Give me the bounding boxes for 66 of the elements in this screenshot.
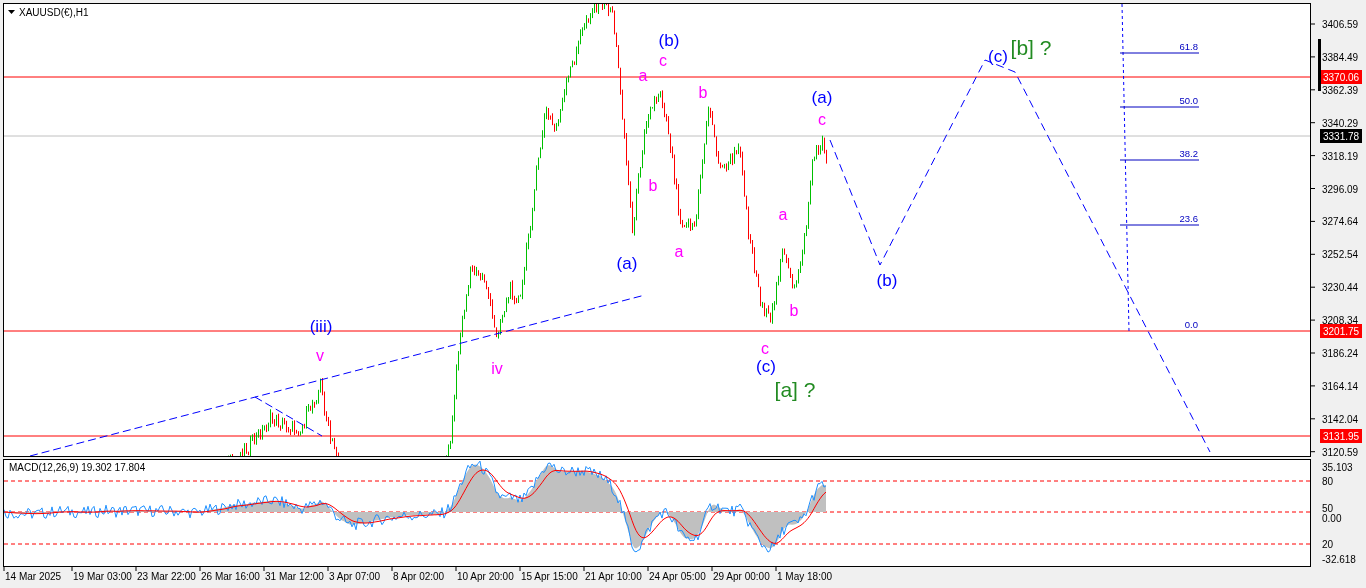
- wave-label: a: [674, 243, 684, 260]
- macd-tick: 80: [1322, 476, 1334, 487]
- time-tick: 1 May 18:00: [777, 571, 833, 582]
- wave-label: (b): [876, 271, 898, 290]
- price-tick: 3340.29: [1322, 117, 1359, 129]
- time-tick: 24 Apr 05:00: [649, 571, 706, 582]
- price-tick: 3362.39: [1322, 84, 1359, 96]
- chart-symbol: XAUUSD(€),H1: [19, 7, 89, 18]
- wave-label: a: [638, 67, 648, 84]
- price-tick: 3406.59: [1322, 19, 1359, 30]
- time-tick: 31 Mar 12:00: [265, 571, 324, 582]
- time-tick: 21 Apr 10:00: [585, 571, 642, 582]
- price-tick: 3120.59: [1322, 446, 1359, 458]
- fibonacci-label: 50.0: [1179, 95, 1198, 106]
- wave-label: b: [648, 177, 658, 194]
- wave-label: b: [698, 84, 708, 101]
- wave-label: (b): [658, 31, 680, 50]
- time-tick: 23 Mar 22:00: [137, 571, 196, 582]
- price-tick: 3208.34: [1322, 315, 1359, 327]
- macd-tick: 20: [1322, 539, 1334, 550]
- time-tick: 29 Apr 00:00: [713, 571, 770, 582]
- price-tick: 3274.64: [1322, 216, 1359, 228]
- dropdown-triangle-icon[interactable]: [8, 10, 15, 14]
- price-tick: 3230.44: [1322, 282, 1359, 294]
- wave-label: c: [659, 52, 667, 69]
- wave-label: (c): [756, 357, 776, 376]
- price-tick: 3186.24: [1322, 348, 1359, 359]
- wave-label: iv: [491, 360, 503, 377]
- price-tick: 3142.04: [1322, 413, 1359, 425]
- scale-marker: [1318, 39, 1321, 91]
- wave-label: [b] ?: [1010, 36, 1052, 59]
- time-tick: 8 Apr 02:00: [393, 571, 445, 582]
- macd-label: MACD(12,26,9) 19.302 17.804: [9, 462, 146, 473]
- time-tick: 14 Mar 2025: [5, 571, 62, 582]
- time-tick: 3 Apr 07:00: [329, 571, 381, 582]
- time-tick: 10 Apr 20:00: [457, 571, 514, 582]
- price-tick: 3296.09: [1322, 183, 1359, 195]
- fibonacci-label: 61.8: [1179, 41, 1198, 52]
- wave-label: b: [789, 302, 799, 319]
- price-tag: 3370.06: [1320, 70, 1362, 84]
- wave-label: (a): [811, 88, 833, 107]
- fibonacci-label: 38.2: [1179, 148, 1198, 159]
- time-tick: 15 Apr 15:00: [521, 571, 578, 582]
- wave-label: (a): [616, 254, 638, 273]
- wave-label: v: [316, 347, 324, 364]
- price-tag: 3331.78: [1320, 129, 1362, 143]
- macd-tick: 35.103: [1322, 462, 1353, 473]
- wave-label: c: [818, 111, 826, 128]
- time-tick: 26 Mar 16:00: [201, 571, 260, 582]
- price-tag: 3201.75: [1320, 324, 1362, 338]
- price-tick: 3318.19: [1322, 150, 1359, 162]
- price-tick: 3252.54: [1322, 249, 1359, 261]
- wave-label: (iii): [309, 317, 333, 336]
- price-tick: 3384.49: [1322, 51, 1359, 63]
- fibonacci-label: 23.6: [1179, 213, 1198, 224]
- price-tag: 3131.95: [1320, 429, 1362, 443]
- fibonacci-label: 0.0: [1184, 319, 1198, 330]
- wave-label: a: [778, 206, 788, 223]
- wave-label: c: [761, 340, 769, 357]
- price-tick: 3164.14: [1322, 380, 1359, 392]
- macd-tick: -32.618: [1322, 554, 1356, 565]
- wave-label: [a] ?: [774, 378, 816, 401]
- macd-tick: 0.00: [1322, 513, 1342, 524]
- wave-label: (c): [988, 47, 1008, 66]
- time-tick: 19 Mar 03:00: [73, 571, 132, 582]
- macd-tick: 50: [1322, 503, 1334, 514]
